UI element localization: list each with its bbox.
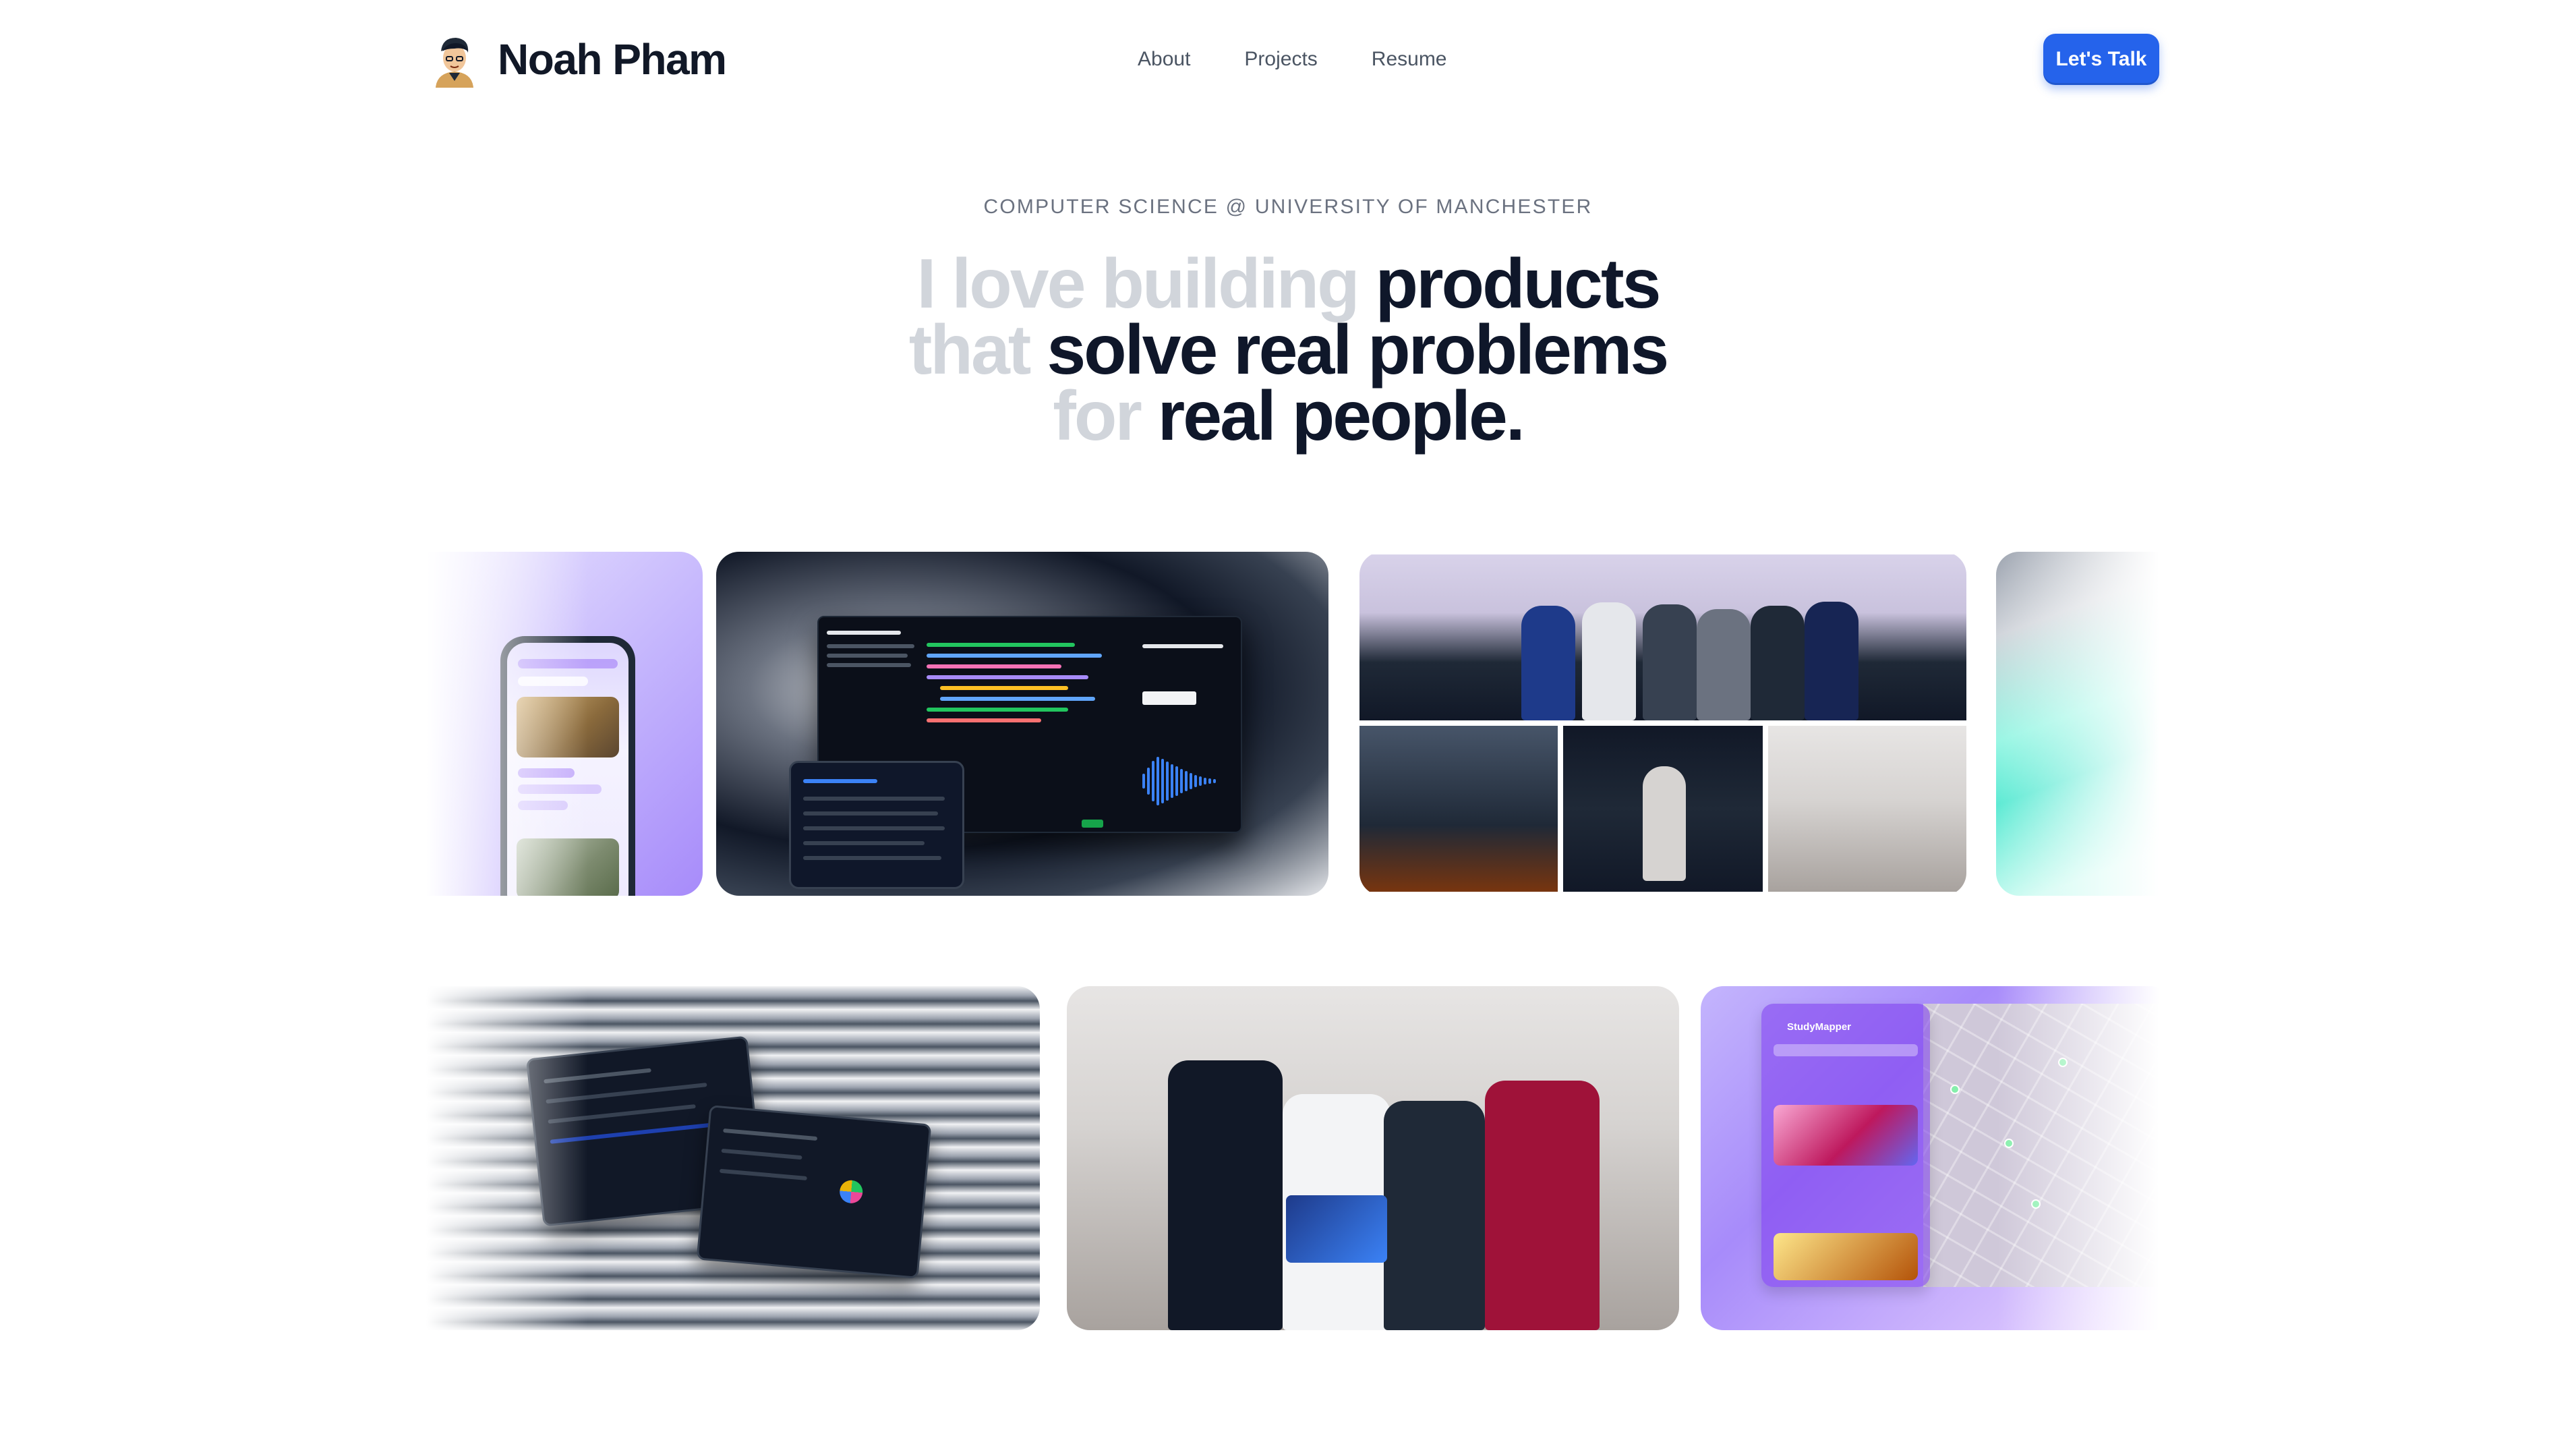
brand-name: Noah Pham — [498, 35, 727, 84]
headline-line-3: for real people. — [0, 381, 2576, 451]
laptop-mockup — [1286, 1195, 1387, 1263]
dashboard-tablet-front — [696, 1105, 932, 1279]
avatar-illustration-icon — [426, 31, 483, 88]
audio-waveform-icon — [1142, 755, 1237, 806]
project-card-mobile-app[interactable] — [426, 552, 703, 896]
project-card-team-photo[interactable] — [1067, 986, 1679, 1330]
project-card-mint-design[interactable] — [1996, 552, 2159, 896]
headline-strong-text: real people. — [1157, 377, 1525, 455]
hackathon-photo-coding — [1359, 726, 1558, 892]
hackathon-photo-pitch — [1563, 726, 1763, 892]
nav-link-projects[interactable]: Projects — [1244, 48, 1317, 71]
project-gallery-row-1 — [426, 552, 2159, 896]
site-header: Noah Pham About Projects Resume Let's Ta… — [426, 30, 2159, 89]
team-award-photo — [1359, 554, 1966, 720]
project-card-interview-app[interactable] — [716, 552, 1328, 896]
lets-talk-button[interactable]: Let's Talk — [2043, 34, 2159, 85]
phone-mockup — [500, 636, 635, 896]
headline-muted-text: for — [1053, 377, 1142, 455]
headline-muted-text: that — [908, 311, 1032, 389]
building-photo — [1774, 1105, 1918, 1166]
headline-line-1: I love building products — [0, 249, 2576, 319]
hero-headline: I love building products that solve real… — [0, 249, 2576, 451]
nav-link-about[interactable]: About — [1138, 48, 1190, 71]
headline-line-2: that solve real problems — [0, 315, 2576, 385]
tablet-mockup — [789, 761, 964, 889]
pie-chart-icon — [838, 1179, 864, 1205]
brand-home-link[interactable]: Noah Pham — [426, 30, 727, 89]
studymapper-title: StudyMapper — [1787, 1021, 1852, 1033]
library-photo — [1774, 1233, 1918, 1280]
campus-map — [1923, 1004, 2159, 1287]
project-card-studymapper[interactable]: StudyMapper — [1701, 986, 2159, 1330]
hero-eyebrow: COMPUTER SCIENCE @ UNIVERSITY OF MANCHES… — [983, 196, 1593, 218]
project-card-hackathon-photos[interactable] — [1359, 552, 1966, 896]
project-card-dashboard-app[interactable] — [426, 986, 1040, 1330]
primary-nav: About Projects Resume — [1138, 30, 1447, 89]
avatar — [426, 31, 483, 88]
studymapper-panel: StudyMapper — [1761, 1004, 1930, 1287]
nav-link-resume[interactable]: Resume — [1372, 48, 1447, 71]
hackathon-photo-team — [1768, 726, 1966, 892]
project-gallery-row-2: StudyMapper — [426, 986, 2159, 1330]
phone-screen — [507, 643, 628, 896]
